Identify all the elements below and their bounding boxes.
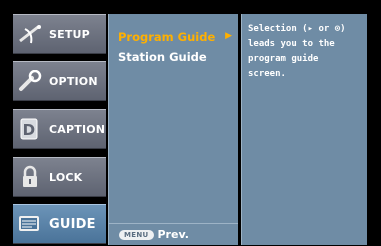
menu-item-program-guide[interactable]: Program Guide <box>118 30 215 44</box>
right-arrow-icon: ▶ <box>225 31 232 41</box>
category-tabs: SETUP OPTION D CAPTION LOCK GUIDE <box>13 14 106 245</box>
tab-guide-label: GUIDE <box>49 216 96 232</box>
help-text-line: Selection (▸ or ⊙) <box>248 24 346 34</box>
help-text-line: program guide <box>248 54 319 64</box>
tab-lock[interactable]: LOCK <box>13 157 106 197</box>
help-description-panel: Selection (▸ or ⊙) leads you to the prog… <box>241 14 367 245</box>
tab-guide[interactable]: GUIDE <box>13 204 106 244</box>
tab-option[interactable]: OPTION <box>13 61 106 101</box>
padlock-icon <box>13 165 47 189</box>
wrench-icon <box>13 70 47 92</box>
prev-label: Prev. <box>157 228 189 241</box>
caption-d-icon: D <box>13 117 47 141</box>
tv-guide-icon <box>13 213 47 235</box>
tab-setup-label: SETUP <box>49 27 90 41</box>
tab-caption-label: CAPTION <box>49 122 106 136</box>
guide-menu-panel: Program Guide ▶ Station Guide MENU Prev. <box>108 14 238 245</box>
tab-lock-label: LOCK <box>49 170 83 184</box>
svg-text:D: D <box>23 121 36 139</box>
setup-menu-window: SETUP OPTION D CAPTION LOCK GUIDE Progra… <box>13 14 367 245</box>
help-text-line: screen. <box>248 69 286 79</box>
tab-caption[interactable]: D CAPTION <box>13 109 106 149</box>
help-text-line: leads you to the <box>248 39 335 49</box>
menu-button-icon: MENU <box>119 229 154 240</box>
menu-item-station-guide[interactable]: Station Guide <box>118 50 207 64</box>
tab-option-label: OPTION <box>49 74 98 88</box>
menu-footer: MENU Prev. <box>109 223 238 245</box>
satellite-dish-icon <box>13 23 47 45</box>
tab-setup[interactable]: SETUP <box>13 14 106 54</box>
